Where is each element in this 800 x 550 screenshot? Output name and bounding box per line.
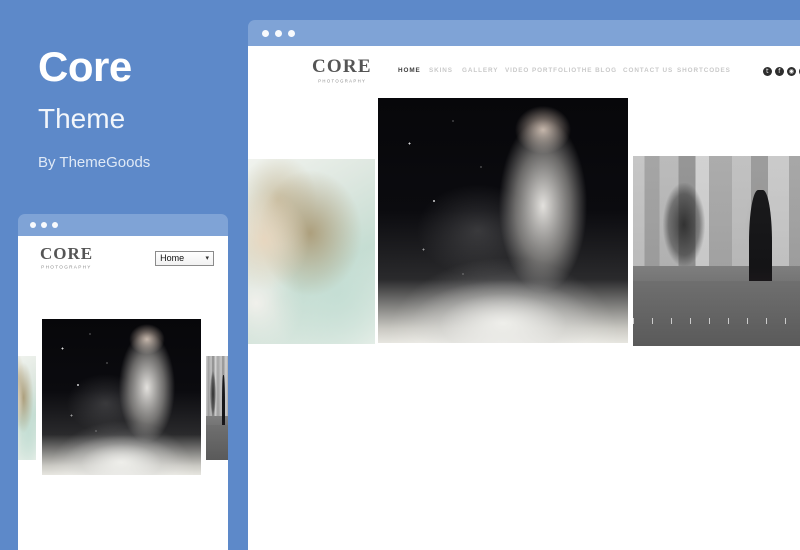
theme-subtitle: Theme — [38, 103, 126, 134]
chevron-down-icon: ▾ — [205, 255, 209, 262]
shopping-bags-shapes — [682, 287, 800, 329]
window-minimize-dot-icon[interactable] — [41, 222, 47, 228]
carousel-slide-city-shopping[interactable] — [633, 156, 800, 346]
mobile-site-logo[interactable]: CORE PHOTOGRAPHY — [40, 244, 94, 270]
theme-author: By ThemeGoods — [38, 154, 151, 171]
screenshot-root: Core Theme By ThemeGoods CORE PHOTOGRAPH… — [0, 0, 800, 550]
mobile-carousel-image-blonde-woman — [18, 356, 36, 460]
window-maximize-dot-icon[interactable] — [288, 29, 295, 37]
mobile-carousel-slide-city-shopping[interactable] — [206, 356, 228, 460]
desktop-browser-viewport: CORE PHOTOGRAPHY HOME SKINS GALLERY VIDE… — [248, 46, 800, 550]
carousel-slide-white-gown[interactable] — [378, 98, 628, 343]
nav-item-home[interactable]: HOME — [398, 67, 421, 74]
carousel-image-city-shopping — [633, 156, 800, 346]
mobile-carousel-image-city-shopping — [206, 356, 228, 460]
mobile-carousel-slide-white-gown[interactable] — [42, 319, 201, 475]
desktop-browser-titlebar[interactable] — [248, 20, 800, 46]
twitter-icon[interactable]: t — [762, 66, 772, 76]
mobile-portfolio-carousel[interactable] — [18, 280, 228, 550]
carousel-image-blonde-woman — [248, 159, 375, 344]
site-nav-menu: HOME SKINS GALLERY VIDEO PORTFOLIO THE B… — [398, 67, 730, 74]
nav-item-video-portfolio[interactable]: VIDEO PORTFOLIO — [505, 67, 577, 74]
mobile-carousel-slide-blonde-woman[interactable] — [18, 356, 36, 460]
desktop-browser-window: CORE PHOTOGRAPHY HOME SKINS GALLERY VIDE… — [248, 20, 800, 550]
nav-item-contact-us[interactable]: CONTACT US — [623, 67, 673, 74]
nav-item-shortcodes[interactable]: SHORTCODES — [677, 67, 731, 74]
mobile-menu-select-value: Home — [160, 253, 185, 263]
site-logo[interactable]: CORE PHOTOGRAPHY — [312, 56, 372, 84]
instagram-icon[interactable]: ◉ — [786, 66, 796, 76]
mobile-site-logo-text: CORE — [40, 244, 94, 263]
city-tree-shape — [663, 182, 706, 267]
window-close-dot-icon[interactable] — [30, 222, 36, 228]
mobile-carousel-image-white-gown — [42, 319, 201, 475]
nav-item-gallery[interactable]: GALLERY — [462, 67, 498, 74]
window-maximize-dot-icon[interactable] — [52, 222, 58, 228]
nav-item-skins[interactable]: SKINS — [429, 67, 453, 74]
mobile-browser-viewport: CORE PHOTOGRAPHY Home ▾ — [18, 236, 228, 550]
mobile-site-logo-tagline: PHOTOGRAPHY — [41, 264, 92, 270]
carousel-slide-blonde-woman[interactable] — [248, 159, 375, 344]
site-logo-tagline: PHOTOGRAPHY — [317, 78, 366, 84]
nav-item-the-blog[interactable]: THE BLOG — [577, 67, 617, 74]
mobile-site-navbar: CORE PHOTOGRAPHY Home ▾ — [18, 236, 228, 280]
facebook-icon[interactable]: f — [774, 66, 784, 76]
window-minimize-dot-icon[interactable] — [275, 29, 282, 37]
mobile-menu-select[interactable]: Home ▾ — [155, 250, 214, 266]
city-figure-shape — [748, 190, 772, 325]
portfolio-carousel[interactable] — [248, 96, 800, 550]
mobile-browser-window: CORE PHOTOGRAPHY Home ▾ — [18, 214, 228, 550]
site-logo-text: CORE — [312, 56, 372, 77]
mobile-browser-titlebar[interactable] — [18, 214, 228, 236]
window-close-dot-icon[interactable] — [262, 29, 269, 37]
site-navbar: CORE PHOTOGRAPHY HOME SKINS GALLERY VIDE… — [248, 46, 800, 96]
carousel-image-white-gown — [378, 98, 628, 343]
theme-title: Core — [38, 43, 132, 90]
social-links: t f ◉ ▬ v — [762, 66, 800, 76]
